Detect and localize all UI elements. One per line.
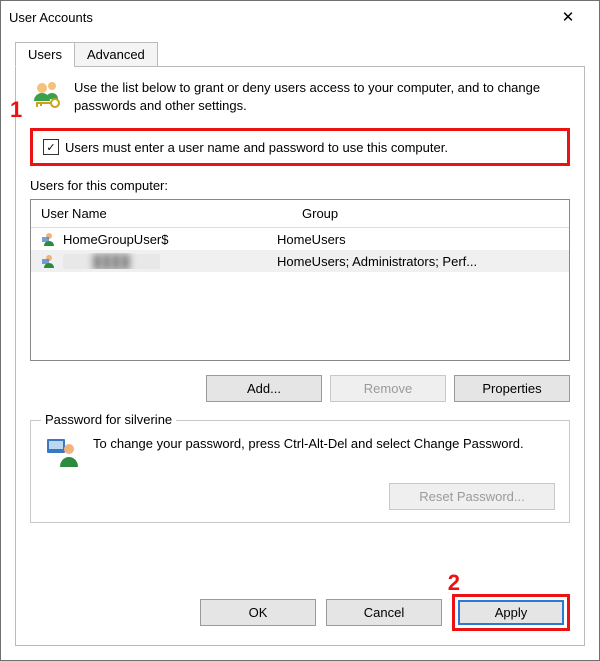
client-area: Users Advanced 1 Use the list below to g… [1, 33, 599, 660]
highlight-box-2: Apply [452, 594, 570, 631]
password-user-icon [45, 435, 81, 471]
ok-button[interactable]: OK [200, 599, 316, 626]
tab-advanced[interactable]: Advanced [74, 42, 158, 67]
cell-group: HomeUsers [277, 232, 559, 247]
reset-password-button: Reset Password... [389, 483, 555, 510]
list-row[interactable]: ████ HomeUsers; Administrators; Perf... [31, 250, 569, 272]
properties-button[interactable]: Properties [454, 375, 570, 402]
tab-users[interactable]: Users [15, 42, 75, 67]
users-keys-icon [30, 79, 64, 113]
highlight-box-1: ✓ Users must enter a user name and passw… [30, 128, 570, 166]
cell-group: HomeUsers; Administrators; Perf... [277, 254, 559, 269]
listview-header: User Name Group [31, 200, 569, 228]
checkbox-icon: ✓ [43, 139, 59, 155]
list-row[interactable]: HomeGroupUser$ HomeUsers [31, 228, 569, 250]
annotation-2: 2 [448, 570, 460, 596]
intro-row: 1 Use the list below to grant or deny us… [30, 79, 570, 114]
col-user-name[interactable]: User Name [31, 200, 292, 227]
apply-button[interactable]: Apply [458, 600, 564, 625]
user-icon [41, 253, 57, 269]
close-icon: ✕ [562, 8, 575, 26]
password-group-legend: Password for silverine [41, 412, 176, 427]
cancel-button[interactable]: Cancel [326, 599, 442, 626]
users-list-label: Users for this computer: [30, 178, 570, 193]
require-password-checkbox[interactable]: ✓ Users must enter a user name and passw… [43, 139, 557, 155]
window-title: User Accounts [9, 10, 545, 25]
titlebar: User Accounts ✕ [1, 1, 599, 33]
checkbox-label: Users must enter a user name and passwor… [65, 140, 448, 155]
user-accounts-window: User Accounts ✕ Users Advanced 1 [0, 0, 600, 661]
tabstrip: Users Advanced [15, 42, 585, 67]
checkmark-icon: ✓ [46, 141, 55, 154]
close-button[interactable]: ✕ [545, 1, 591, 33]
password-group-text: To change your password, press Ctrl-Alt-… [93, 435, 555, 453]
user-icon [41, 231, 57, 247]
users-listview[interactable]: User Name Group HomeGroupUser$ HomeUsers… [30, 199, 570, 361]
password-groupbox: Password for silverine To change your pa… [30, 420, 570, 523]
dialog-buttons: 2 OK Cancel Apply [30, 568, 570, 631]
add-button[interactable]: Add... [206, 375, 322, 402]
annotation-1: 1 [10, 97, 22, 123]
col-group[interactable]: Group [292, 200, 569, 227]
remove-button: Remove [330, 375, 446, 402]
list-buttons-row: Add... Remove Properties [30, 375, 570, 402]
tab-body-users: 1 Use the list below to grant or deny us… [15, 66, 585, 646]
cell-user-name: ████ [63, 254, 160, 269]
intro-text: Use the list below to grant or deny user… [74, 79, 570, 114]
cell-user-name: HomeGroupUser$ [63, 232, 169, 247]
